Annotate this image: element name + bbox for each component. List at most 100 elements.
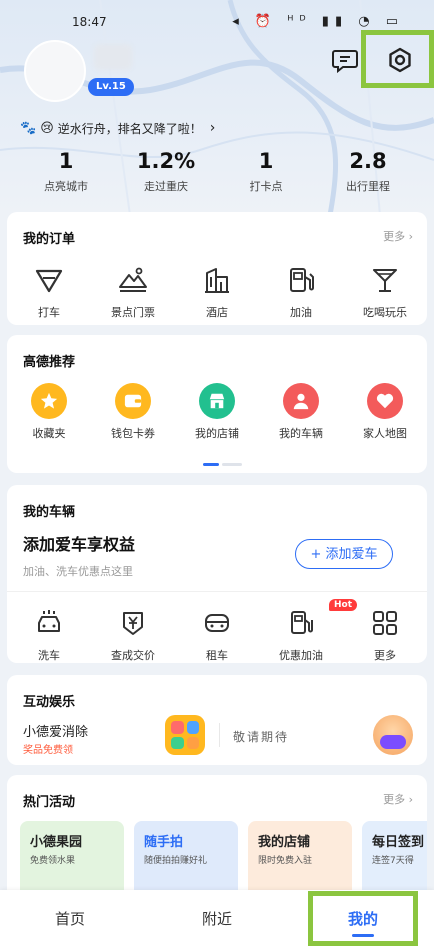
divider	[219, 723, 220, 747]
activity-title: 随手拍	[144, 835, 184, 850]
hotel-icon	[199, 262, 235, 298]
activity-tile-shop[interactable]: 我的店铺 限时免费入驻	[248, 821, 352, 901]
game-subtitle: 奖品免费领	[23, 745, 73, 756]
order-item-label: 吃喝玩乐	[363, 306, 407, 319]
activity-subtitle: 连签7天得	[372, 856, 414, 866]
recommend-item-label: 我的车辆	[279, 427, 323, 440]
stat-label: 打卡点	[249, 180, 283, 193]
grid-more-icon	[367, 605, 403, 641]
vehicle-item-fuel-discount[interactable]: Hot 优惠加油	[259, 599, 358, 663]
car-wash-icon	[31, 605, 67, 641]
person-icon	[283, 383, 319, 419]
recommend-card: 高德推荐 收藏夹 钱包卡券 我的店铺 我的车辆 家人地图	[7, 335, 427, 473]
recommend-item-family-map[interactable]: 家人地图	[343, 383, 427, 441]
ranking-banner[interactable]: 🐾 😢 逆水行舟，排名又降了啦！ ›	[20, 118, 215, 138]
stat-value: 1.2%	[136, 149, 196, 173]
orders-more-link[interactable]: 更多 ›	[383, 228, 413, 244]
nav-tab-nearby[interactable]: 附近	[177, 908, 257, 929]
order-item-hotel[interactable]: 酒店	[175, 262, 259, 320]
stat-cities[interactable]: 1 点亮城市	[16, 148, 116, 194]
recommend-item-wallet[interactable]: 钱包卡券	[91, 383, 175, 441]
stat-label: 出行里程	[346, 180, 390, 193]
avatar[interactable]	[24, 40, 86, 102]
fuel-icon	[283, 262, 319, 298]
stat-mileage[interactable]: 2.8 出行里程	[318, 148, 418, 194]
banner-text: 逆水行舟，排名又降了啦！	[57, 121, 202, 136]
username-blurred	[94, 44, 132, 70]
orders-title: 我的订单	[23, 232, 76, 247]
activity-title: 小德果园	[30, 835, 83, 850]
recommend-item-label: 家人地图	[363, 427, 407, 440]
status-icons: ◂ ⏰ ᴴᴰ ▮▮ ◔ ▭	[232, 14, 404, 29]
vehicle-card: 我的车辆 添加爱车享权益 加油、洗车优惠点这里 + 添加爱车 洗车 查成交价 租…	[7, 485, 427, 663]
order-item-taxi[interactable]: 打车	[7, 262, 91, 320]
stat-checkins[interactable]: 1 打卡点	[216, 148, 316, 194]
cocktail-icon	[367, 262, 403, 298]
stat-value: 2.8	[349, 149, 387, 173]
page-indicator	[203, 463, 243, 466]
wallet-icon	[115, 383, 151, 419]
activity-tile-snapshot[interactable]: 随手拍 随便拍拍赚好礼	[134, 821, 238, 901]
vehicle-headline: 添加爱车享权益	[23, 535, 136, 554]
vehicle-title: 我的车辆	[23, 505, 76, 520]
game-controller-avatar-icon[interactable]	[373, 715, 413, 755]
order-item-label: 加油	[290, 306, 312, 319]
nav-tab-home[interactable]: 首页	[30, 908, 110, 929]
activity-title: 我的店铺	[258, 835, 311, 850]
order-item-fuel[interactable]: 加油	[259, 262, 343, 320]
entertainment-card: 互动娱乐 小德爱消除 奖品免费领 敬请期待	[7, 675, 427, 765]
message-icon[interactable]	[332, 47, 358, 74]
vehicle-item-more[interactable]: 更多	[343, 605, 427, 663]
stat-label: 走过重庆	[144, 180, 188, 193]
vehicle-item-rental[interactable]: 租车	[175, 605, 259, 663]
stat-label: 点亮城市	[44, 180, 88, 193]
recommend-item-label: 收藏夹	[32, 427, 66, 440]
vehicle-item-label: 租车	[206, 649, 228, 662]
entertainment-title: 互动娱乐	[23, 695, 76, 710]
activity-subtitle: 免费领水果	[30, 856, 76, 866]
game-app-icon[interactable]	[165, 715, 205, 755]
recommend-item-vehicle[interactable]: 我的车辆	[259, 383, 343, 441]
order-item-entertainment[interactable]: 吃喝玩乐	[343, 262, 427, 320]
coming-soon-text: 敬请期待	[233, 730, 290, 744]
family-heart-icon	[367, 383, 403, 419]
level-badge: Lv.15	[88, 78, 134, 96]
highlight-mine-tab-box	[308, 891, 418, 946]
recommend-item-label: 钱包卡券	[111, 427, 155, 440]
activities-more-link[interactable]: 更多 ›	[383, 791, 413, 807]
vehicle-item-label: 查成交价	[111, 649, 155, 662]
vehicle-item-car-wash[interactable]: 洗车	[7, 605, 91, 663]
recommend-item-favorites[interactable]: 收藏夹	[7, 383, 91, 441]
activity-tile-checkin[interactable]: 每日签到 连签7天得	[362, 821, 427, 901]
fuel-discount-icon: Hot	[283, 599, 358, 641]
vehicle-subtext: 加油、洗车优惠点这里	[23, 565, 133, 578]
order-item-label: 景点门票	[111, 306, 155, 319]
recommend-item-label: 我的店铺	[195, 427, 239, 440]
stat-value: 1	[258, 149, 274, 173]
car-rental-icon	[199, 605, 235, 641]
divider	[7, 591, 427, 592]
vehicle-item-label: 优惠加油	[279, 649, 323, 662]
activity-subtitle: 随便拍拍赚好礼	[144, 856, 208, 866]
stat-value: 1	[58, 149, 74, 173]
activity-subtitle: 限时免费入驻	[258, 856, 313, 866]
activities-card: 热门活动 更多 › 小德果园 免费领水果 随手拍 随便拍拍赚好礼 我的店铺 限时…	[7, 775, 427, 905]
vehicle-item-price[interactable]: 查成交价	[91, 605, 175, 663]
activity-title: 每日签到	[372, 835, 425, 850]
recommend-item-shop[interactable]: 我的店铺	[175, 383, 259, 441]
activity-tile-orchard[interactable]: 小德果园 免费领水果	[20, 821, 124, 901]
orders-card: 我的订单 更多 › 打车 景点门票 酒店 加油 吃喝玩乐	[7, 212, 427, 325]
game-name[interactable]: 小德爱消除	[23, 721, 88, 740]
stats-row: 1 点亮城市 1.2% 走过重庆 1 打卡点 2.8 出行里程	[0, 148, 434, 198]
ticket-icon	[115, 262, 151, 298]
price-tag-icon	[115, 605, 151, 641]
mascot-icon: 🐾	[20, 120, 37, 136]
recommend-title: 高德推荐	[23, 355, 76, 370]
chevron-right-icon: ›	[209, 120, 216, 136]
vehicle-item-label: 洗车	[38, 649, 60, 662]
activities-title: 热门活动	[23, 795, 76, 810]
highlight-settings-box	[361, 30, 434, 88]
order-item-tickets[interactable]: 景点门票	[91, 262, 175, 320]
add-car-button[interactable]: + 添加爱车	[295, 539, 393, 569]
stat-city-progress[interactable]: 1.2% 走过重庆	[116, 148, 216, 194]
